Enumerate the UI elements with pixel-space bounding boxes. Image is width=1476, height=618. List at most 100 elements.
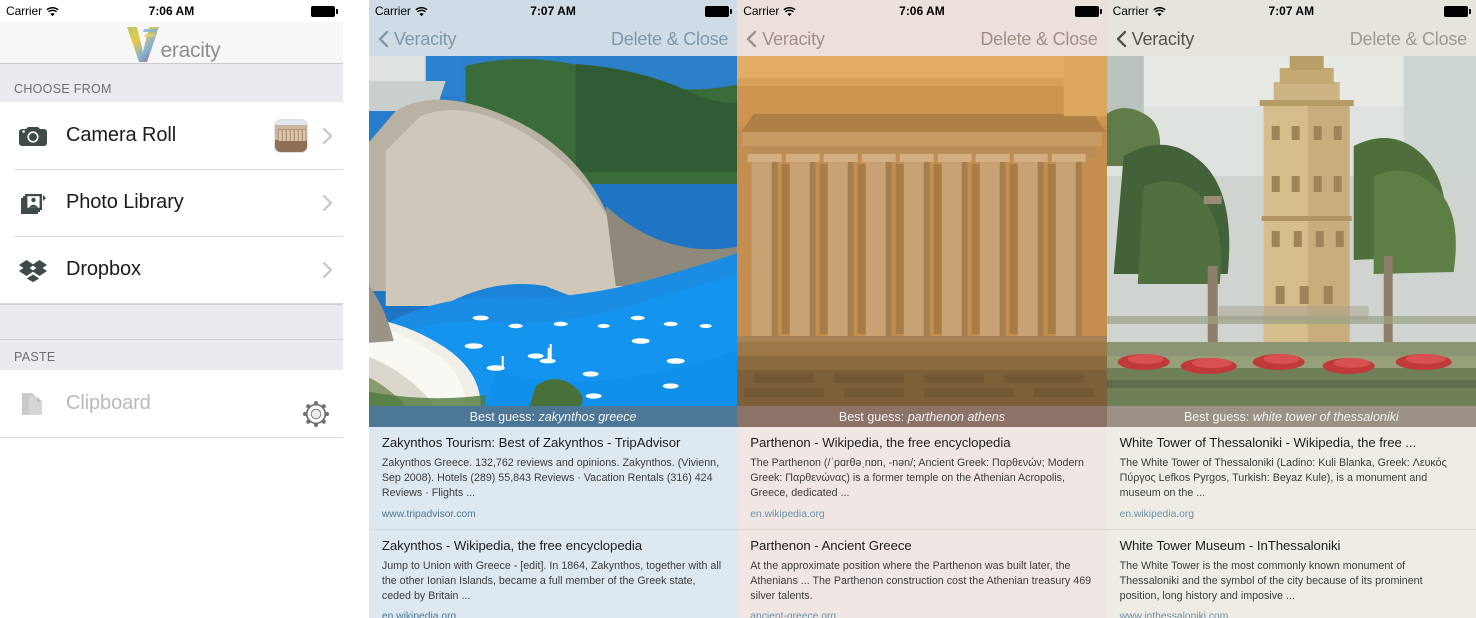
app-logo-header: eracity xyxy=(0,22,343,64)
best-guess-value: parthenon athens xyxy=(907,409,1005,424)
best-guess-prefix: Best guess: xyxy=(469,409,535,424)
best-guess-prefix: Best guess: xyxy=(838,409,905,424)
panel-result-white-tower: Carrier 7:07 AM Veracity Delete & Close xyxy=(1106,0,1476,618)
status-left: Carrier xyxy=(743,4,796,18)
wifi-icon xyxy=(783,6,796,16)
carrier-label: Carrier xyxy=(374,4,411,18)
result-snippet: Jump to Union with Greece - [edit]. In 1… xyxy=(381,559,722,602)
result-photo[interactable] xyxy=(368,56,738,406)
gear-icon[interactable] xyxy=(301,399,331,429)
result-url[interactable]: www.inthessaloniki.com xyxy=(1120,611,1465,618)
carrier-label: Carrier xyxy=(6,4,42,18)
back-label: Veracity xyxy=(1131,28,1195,49)
clipboard-icon xyxy=(14,390,52,418)
result-url[interactable]: ancient-greece.org xyxy=(750,611,1095,618)
divider xyxy=(0,437,343,438)
results-list: Parthenon - Wikipedia, the free encyclop… xyxy=(737,427,1107,618)
chevron-left-icon xyxy=(1116,30,1126,48)
photo-stack-icon xyxy=(14,190,52,216)
result-snippet: The Parthenon (/ˈpɑrθəˌnɒn, -nən/; Ancie… xyxy=(750,457,1084,500)
dropbox-icon xyxy=(14,257,52,283)
logo-v-icon xyxy=(126,26,159,62)
status-right xyxy=(705,5,733,17)
wifi-icon xyxy=(415,6,428,16)
navigation-bar: Veracity Delete & Close xyxy=(1106,22,1476,56)
status-right xyxy=(310,5,338,17)
chevron-right-icon xyxy=(322,261,332,278)
panel-result-parthenon: Carrier 7:06 AM Veracity Delete & Close xyxy=(737,0,1107,618)
chevron-right-icon xyxy=(322,127,332,144)
result-snippet: Zakynthos Greece. 132,762 reviews and op… xyxy=(381,457,720,500)
result-item[interactable]: Zakynthos - Wikipedia, the free encyclop… xyxy=(368,528,738,618)
battery-full-icon xyxy=(705,5,730,17)
results-list: Zakynthos Tourism: Best of Zakynthos - T… xyxy=(368,427,738,618)
chevron-left-icon xyxy=(747,30,757,48)
wifi-icon xyxy=(46,6,59,16)
sidebar-item-label: Camera Roll xyxy=(66,124,177,146)
logo-wordmark: eracity xyxy=(160,38,221,62)
navigation-bar: Veracity Delete & Close xyxy=(368,22,738,56)
panel-divider xyxy=(342,0,369,618)
sidebar-item-dropbox[interactable]: Dropbox xyxy=(0,236,343,303)
carrier-label: Carrier xyxy=(1112,4,1149,18)
result-item[interactable]: Parthenon - Wikipedia, the free encyclop… xyxy=(737,427,1106,529)
battery-full-icon xyxy=(1074,5,1099,17)
result-photo[interactable] xyxy=(1106,56,1476,406)
status-left: Carrier xyxy=(1113,4,1166,18)
battery-full-icon xyxy=(1444,5,1468,17)
carrier-label: Carrier xyxy=(743,4,780,18)
result-snippet: The White Tower of Thessaloniki (Ladino:… xyxy=(1119,457,1447,500)
result-url[interactable]: en.wikipedia.org xyxy=(1120,509,1465,520)
back-label: Veracity xyxy=(393,28,457,49)
best-guess-bar: Best guess: parthenon athens xyxy=(737,406,1107,427)
battery-full-icon xyxy=(310,5,335,17)
back-button[interactable]: Veracity xyxy=(378,29,456,50)
chevron-left-icon xyxy=(378,30,389,48)
sidebar-item-clipboard[interactable]: Clipboard xyxy=(0,370,343,437)
delete-and-close-button[interactable]: Delete & Close xyxy=(611,29,728,50)
sidebar-item-camera-roll[interactable]: Camera Roll xyxy=(0,102,343,169)
result-title: Zakynthos - Wikipedia, the free encyclop… xyxy=(381,537,643,553)
result-title: Parthenon - Wikipedia, the free encyclop… xyxy=(750,435,1011,450)
section-header-paste: PASTE xyxy=(0,340,343,370)
result-url[interactable]: www.tripadvisor.com xyxy=(382,509,726,520)
back-button[interactable]: Veracity xyxy=(1116,29,1194,50)
sidebar-item-label: Dropbox xyxy=(66,258,141,280)
result-item[interactable]: Zakynthos Tourism: Best of Zakynthos - T… xyxy=(369,427,737,529)
sidebar-item-photo-library[interactable]: Photo Library xyxy=(0,169,343,236)
result-title: White Tower Museum - InThessaloniki xyxy=(1119,537,1341,553)
status-right xyxy=(1074,5,1102,17)
sidebar-item-label: Clipboard xyxy=(66,392,151,414)
status-left: Carrier xyxy=(375,4,428,18)
result-title: Parthenon - Ancient Greece xyxy=(750,537,912,553)
status-right xyxy=(1444,5,1471,17)
status-left: Carrier xyxy=(6,4,59,18)
camera-icon xyxy=(14,125,52,147)
results-list: White Tower of Thessaloniki - Wikipedia,… xyxy=(1106,427,1476,618)
result-item[interactable]: White Tower Museum - InThessaloniki The … xyxy=(1106,528,1476,618)
result-snippet: The White Tower is the most commonly kno… xyxy=(1119,559,1423,602)
best-guess-bar: Best guess: zakynthos greece xyxy=(368,406,738,427)
chevron-right-icon xyxy=(322,194,332,211)
panel-result-zakynthos: Carrier 7:07 AM Veracity Delete & Close xyxy=(368,0,738,618)
result-url[interactable]: en.wikipedia.org xyxy=(750,509,1095,520)
result-item[interactable]: Parthenon - Ancient Greece At the approx… xyxy=(737,528,1107,618)
best-guess-prefix: Best guess: xyxy=(1183,409,1250,424)
status-bar: Carrier 7:06 AM xyxy=(0,0,343,22)
result-title: White Tower of Thessaloniki - Wikipedia,… xyxy=(1119,435,1417,450)
navigation-bar: Veracity Delete & Close xyxy=(737,22,1107,56)
best-guess-value: zakynthos greece xyxy=(538,409,637,424)
best-guess-bar: Best guess: white tower of thessaloniki xyxy=(1106,406,1476,427)
delete-and-close-button[interactable]: Delete & Close xyxy=(1350,29,1467,50)
result-photo[interactable] xyxy=(737,56,1107,406)
delete-and-close-button[interactable]: Delete & Close xyxy=(980,29,1097,50)
result-title: Zakynthos Tourism: Best of Zakynthos - T… xyxy=(381,435,681,450)
section-header-choose-from: CHOOSE FROM xyxy=(0,64,343,102)
section-gap xyxy=(0,304,343,340)
panel-source-picker: Carrier 7:06 AM eracity CHOOSE FROM Came… xyxy=(0,0,343,618)
status-bar: Carrier 7:07 AM xyxy=(1106,0,1476,22)
result-item[interactable]: White Tower of Thessaloniki - Wikipedia,… xyxy=(1107,427,1476,529)
back-button[interactable]: Veracity xyxy=(746,29,825,50)
camera-roll-thumbnail xyxy=(273,118,308,153)
result-url[interactable]: en.wikipedia.org xyxy=(382,611,726,618)
